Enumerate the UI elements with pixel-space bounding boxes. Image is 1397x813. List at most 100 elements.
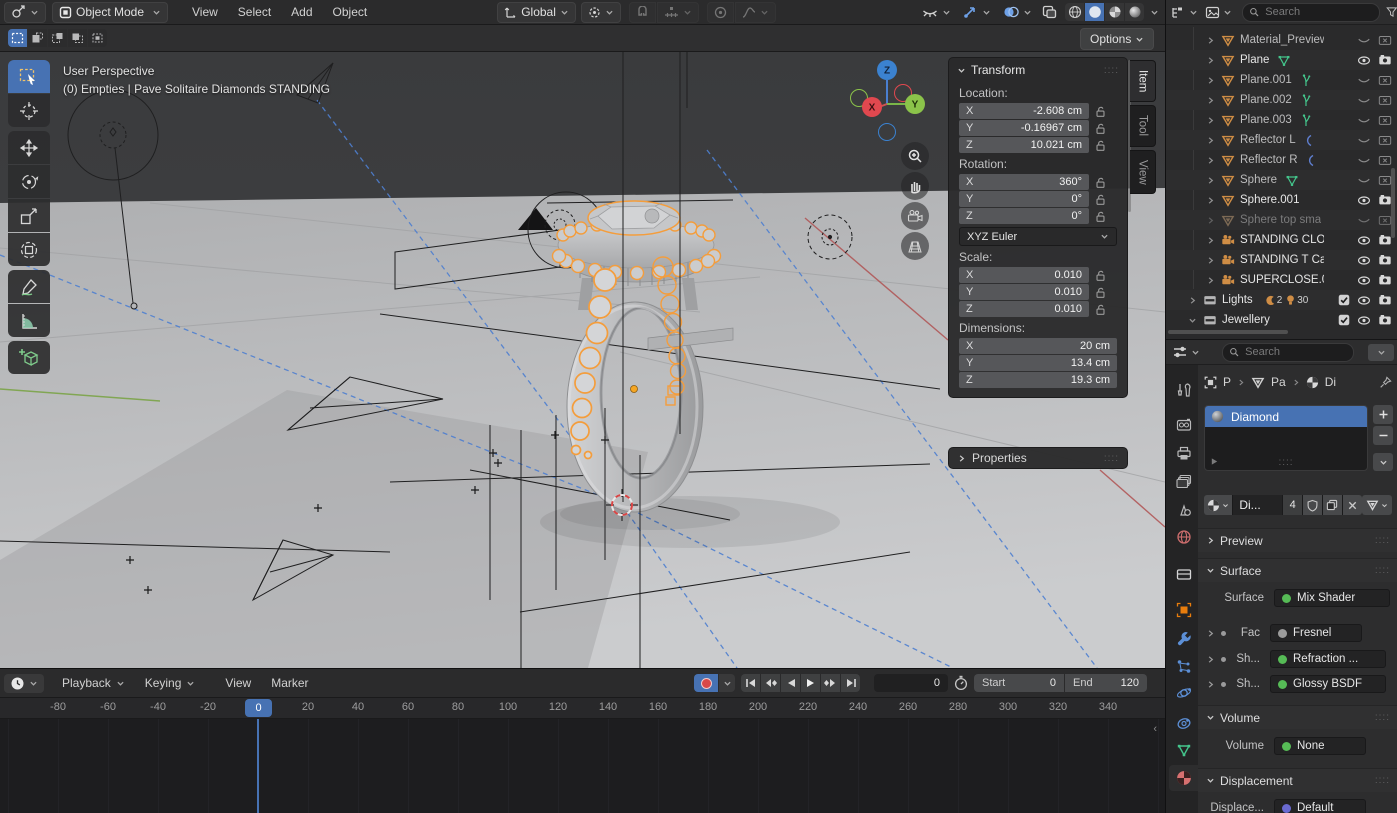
- lock-icon[interactable]: [1095, 210, 1106, 223]
- breadcrumb-material[interactable]: Di: [1325, 375, 1336, 389]
- location-x-field[interactable]: X-2.608 cm: [959, 103, 1089, 119]
- rotation-mode-selector[interactable]: XYZ Euler: [959, 227, 1117, 246]
- proportional-editing-toggle[interactable]: [707, 2, 734, 23]
- jump-to-start-button[interactable]: [741, 674, 760, 692]
- shading-rendered-button[interactable]: [1125, 3, 1144, 21]
- transform-tool[interactable]: [8, 233, 50, 266]
- gizmos-toggle[interactable]: [957, 3, 997, 22]
- outliner-search[interactable]: [1242, 3, 1380, 22]
- ortho-toggle-button[interactable]: [901, 232, 929, 260]
- frame-end-field[interactable]: End120: [1065, 674, 1147, 692]
- socket-expander[interactable]: [1206, 629, 1215, 638]
- properties-search-input[interactable]: [1243, 345, 1347, 359]
- sidebar-tab-view[interactable]: View: [1130, 150, 1156, 194]
- select-mode-new-button[interactable]: [8, 29, 27, 47]
- tab-particles[interactable]: [1169, 653, 1198, 679]
- lock-icon[interactable]: [1095, 269, 1106, 282]
- tab-render[interactable]: [1169, 412, 1198, 438]
- select-box-tool[interactable]: [8, 60, 50, 93]
- object-visibility-selector[interactable]: [916, 3, 957, 22]
- hide-viewport-icon[interactable]: [1357, 55, 1371, 66]
- sidebar-properties-panel[interactable]: Properties ::::: [948, 447, 1128, 469]
- outliner-row-standing-t[interactable]: STANDING T Ca: [1166, 250, 1397, 270]
- select-mode-extend-button[interactable]: [28, 29, 47, 47]
- tab-modifiers[interactable]: [1169, 625, 1198, 651]
- lock-icon[interactable]: [1095, 139, 1106, 152]
- volume-shader-button[interactable]: None: [1274, 737, 1366, 755]
- menu-playback[interactable]: Playback: [52, 669, 135, 697]
- menu-object[interactable]: Object: [323, 0, 378, 24]
- fac-input-button[interactable]: Fresnel: [1270, 624, 1362, 642]
- add-cube-tool[interactable]: [8, 341, 50, 374]
- outliner-row-standing-clo[interactable]: STANDING CLO: [1166, 230, 1397, 250]
- tab-world[interactable]: [1169, 524, 1198, 550]
- lock-icon[interactable]: [1095, 286, 1106, 299]
- shading-dropdown[interactable]: [1150, 9, 1159, 16]
- location-y-field[interactable]: Y-0.16967 cm: [959, 120, 1089, 136]
- tab-collection-props[interactable]: [1169, 561, 1198, 587]
- outliner-row-sphere[interactable]: Sphere: [1166, 170, 1397, 190]
- lock-icon[interactable]: [1095, 176, 1106, 189]
- editor-type-button[interactable]: [4, 2, 46, 23]
- dimensions-y-field[interactable]: Y13.4 cm: [959, 355, 1117, 371]
- add-slot-button[interactable]: [1373, 405, 1393, 424]
- rotate-tool[interactable]: [8, 165, 50, 198]
- frame-start-field[interactable]: Start0: [974, 674, 1064, 692]
- outliner-row-sphere-001[interactable]: Sphere.001: [1166, 190, 1397, 210]
- annotate-tool[interactable]: [8, 270, 50, 303]
- displacement-button[interactable]: Default: [1274, 799, 1366, 813]
- lock-icon[interactable]: [1095, 122, 1106, 135]
- sidebar-tab-tool[interactable]: Tool: [1130, 105, 1156, 147]
- outliner-row-plane[interactable]: Plane: [1166, 50, 1397, 70]
- sidebar-tab-item[interactable]: Item: [1130, 60, 1156, 102]
- remove-slot-button[interactable]: [1373, 426, 1393, 445]
- shader1-input-button[interactable]: Refraction ...: [1270, 650, 1386, 668]
- tab-object[interactable]: [1169, 597, 1198, 623]
- zoom-view-button[interactable]: [901, 142, 929, 170]
- pan-view-button[interactable]: [901, 172, 929, 200]
- panel-surface[interactable]: Surface::::: [1198, 558, 1397, 582]
- lock-icon[interactable]: [1095, 303, 1106, 316]
- menu-view[interactable]: View: [182, 0, 228, 24]
- tab-view-layer[interactable]: [1169, 468, 1198, 494]
- browse-material-button[interactable]: [1204, 495, 1232, 515]
- select-mode-subtract-button[interactable]: [48, 29, 67, 47]
- viewport-3d[interactable]: User Perspective (0) Empties | Pave Soli…: [0, 52, 1165, 668]
- current-frame-field[interactable]: 0: [874, 674, 948, 692]
- transform-orientation[interactable]: Global: [497, 2, 576, 23]
- panel-displacement[interactable]: Displacement::::: [1198, 768, 1397, 792]
- axis-z[interactable]: Z: [877, 60, 897, 80]
- outliner-row-plane-001[interactable]: Plane.001: [1166, 70, 1397, 90]
- shader2-input-button[interactable]: Glossy BSDF: [1270, 675, 1386, 693]
- axis-neg-z[interactable]: [879, 124, 896, 141]
- playhead-marker[interactable]: 0: [245, 699, 272, 717]
- dimensions-x-field[interactable]: X20 cm: [959, 338, 1117, 354]
- tab-scene[interactable]: [1169, 496, 1198, 522]
- properties-options-dropdown[interactable]: [1368, 344, 1394, 361]
- disable-render-icon[interactable]: [1378, 54, 1392, 66]
- material-users-count[interactable]: 4: [1282, 495, 1302, 515]
- material-slot-selected[interactable]: Diamond: [1205, 406, 1367, 427]
- rotation-y-field[interactable]: Y0°: [959, 191, 1089, 207]
- outliner-row-reflector-l[interactable]: Reflector L: [1166, 130, 1397, 150]
- menu-add[interactable]: Add: [281, 0, 322, 24]
- lock-icon[interactable]: [1095, 193, 1106, 206]
- snap-toggle[interactable]: [629, 2, 656, 23]
- collection-checkbox[interactable]: [1338, 314, 1350, 326]
- outliner-display-mode[interactable]: [1171, 6, 1198, 19]
- breadcrumb-data[interactable]: Pa: [1271, 375, 1286, 389]
- outliner-row-plane-003[interactable]: Plane.003: [1166, 110, 1397, 130]
- move-tool[interactable]: [8, 131, 50, 164]
- play-button[interactable]: [801, 674, 820, 692]
- menu-marker[interactable]: Marker: [261, 669, 318, 697]
- hide-viewport-icon[interactable]: [1357, 35, 1371, 46]
- camera-view-button[interactable]: [901, 202, 929, 230]
- collapse-region-icon[interactable]: ‹: [1153, 723, 1157, 735]
- timeline-ruler[interactable]: -80 -60 -40 -20 20 40 60 80 100 120 140 …: [0, 698, 1165, 719]
- outliner-filter-button[interactable]: [1205, 6, 1232, 19]
- location-z-field[interactable]: Z10.021 cm: [959, 137, 1089, 153]
- menu-select[interactable]: Select: [228, 0, 281, 24]
- overlays-toggle[interactable]: [997, 3, 1038, 22]
- shading-solid-button[interactable]: [1085, 3, 1104, 21]
- slot-list-grip[interactable]: ::::: [1278, 457, 1293, 468]
